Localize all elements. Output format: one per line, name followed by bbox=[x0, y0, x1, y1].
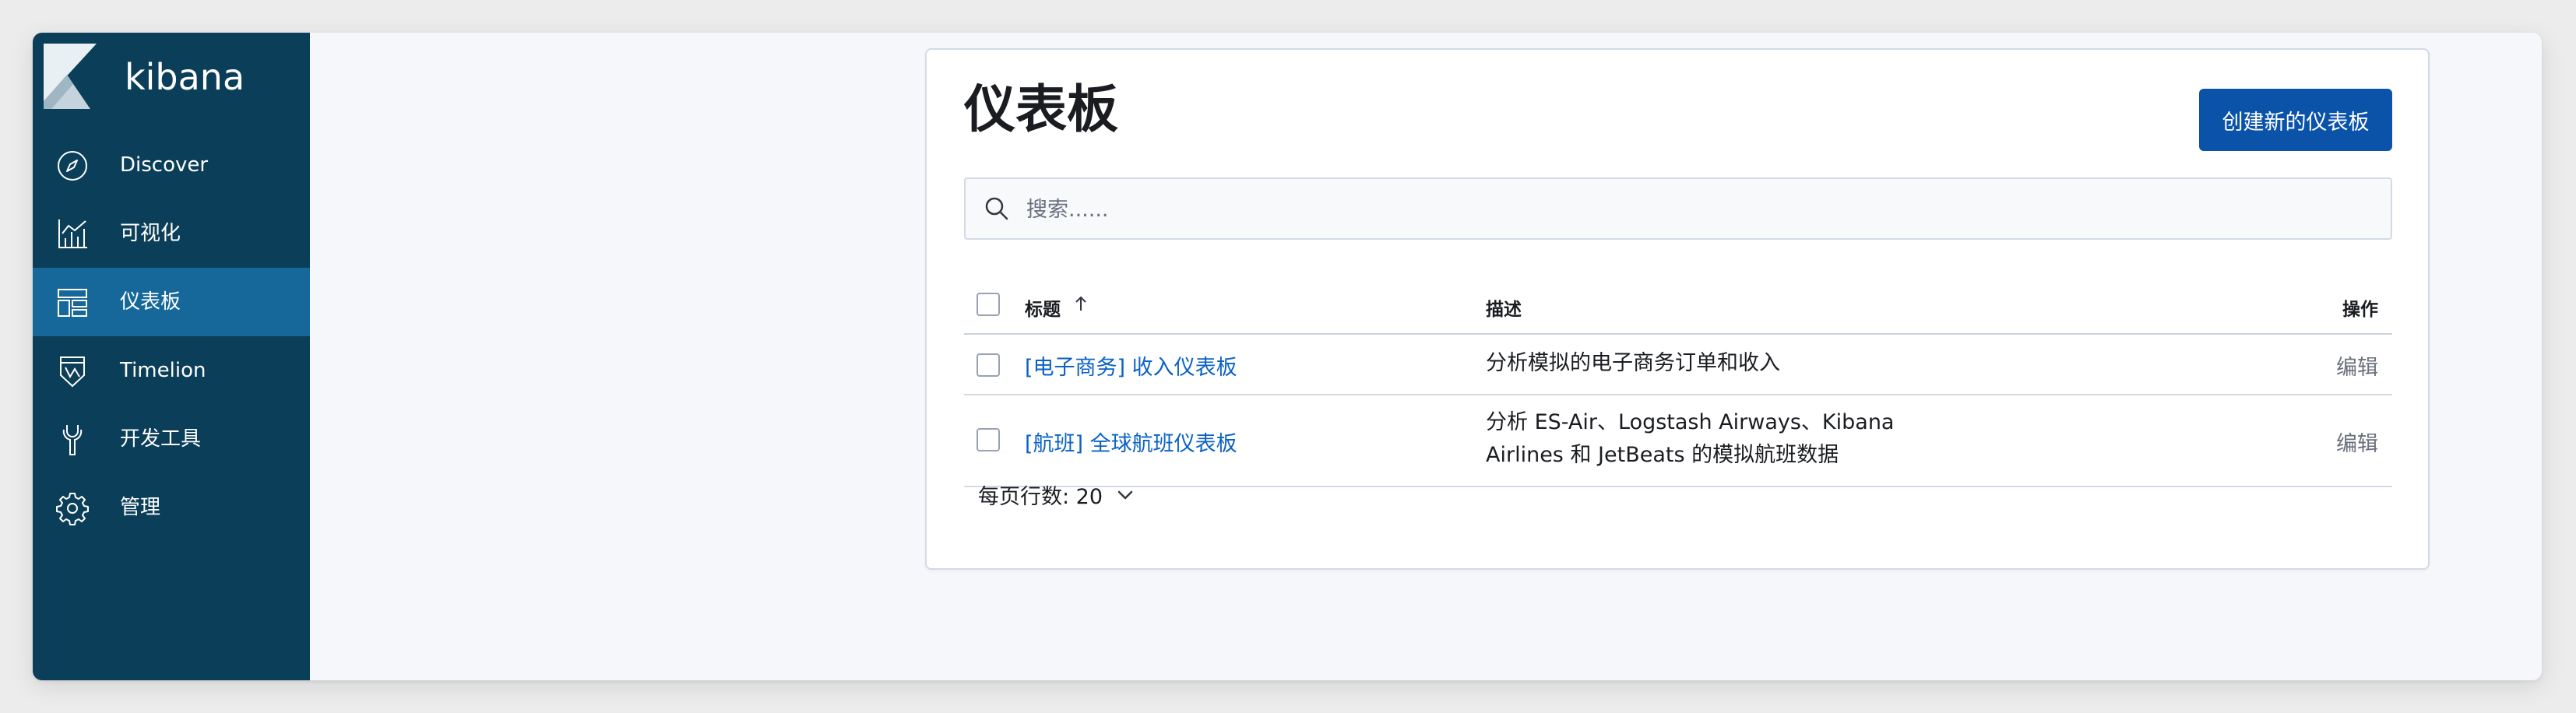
sidebar-item-dev-tools[interactable]: 开发工具 bbox=[33, 405, 310, 473]
create-dashboard-button[interactable]: 创建新的仪表板 bbox=[2199, 89, 2392, 151]
kibana-logo-icon bbox=[44, 44, 97, 109]
sidebar-item-label: 可视化 bbox=[120, 222, 181, 245]
table-header: 标题 描述 操作 bbox=[964, 276, 2392, 335]
page-title: 仪表板 bbox=[964, 79, 1118, 139]
edit-link[interactable]: 编辑 bbox=[2336, 350, 2378, 381]
sidebar-item-label: 管理 bbox=[120, 496, 161, 519]
dashboard-icon bbox=[55, 285, 90, 321]
sidebar-item-label: Timelion bbox=[120, 359, 206, 382]
sidebar-item-dashboard[interactable]: 仪表板 bbox=[33, 268, 310, 336]
sidebar-item-visualize[interactable]: 可视化 bbox=[33, 199, 310, 268]
chart-icon bbox=[55, 216, 90, 252]
kibana-logo[interactable]: kibana bbox=[44, 44, 277, 118]
column-header-description: 描述 bbox=[1486, 300, 1522, 320]
row-checkbox[interactable] bbox=[977, 428, 1000, 451]
dashboard-description: 分析 ES-Air、Logstash Airways、Kibana Airlin… bbox=[1486, 410, 1895, 467]
edit-link[interactable]: 编辑 bbox=[2336, 427, 2378, 457]
app-window: kibana Discover 可视化 仪表板 Timelion 开发工具 管理… bbox=[33, 33, 2542, 680]
rows-per-page-label: 每页行数: 20 bbox=[978, 485, 1103, 509]
gear-icon bbox=[55, 490, 90, 526]
search-box[interactable] bbox=[964, 177, 2392, 240]
dashboard-title-link[interactable]: [航班] 全球航班仪表板 bbox=[1025, 427, 1237, 457]
chevron-down-icon bbox=[1117, 490, 1133, 499]
rows-per-page-selector[interactable]: 每页行数: 20 bbox=[978, 479, 1137, 510]
search-input[interactable] bbox=[1025, 190, 2352, 229]
sidebar-item-label: 仪表板 bbox=[120, 290, 181, 314]
sidebar-item-label: Discover bbox=[120, 153, 209, 177]
column-header-title[interactable]: 标题 bbox=[1025, 294, 1061, 321]
timelion-shield-icon bbox=[55, 353, 90, 389]
sidebar-item-timelion[interactable]: Timelion bbox=[33, 336, 310, 405]
dashboard-title-link[interactable]: [电子商务] 收入仪表板 bbox=[1025, 350, 1237, 381]
kibana-logo-text: kibana bbox=[125, 56, 245, 98]
dashboards-panel: 仪表板 创建新的仪表板 标题 描述 操作 [电子商务] bbox=[925, 48, 2430, 570]
wrench-icon bbox=[55, 422, 90, 458]
sidebar-item-management[interactable]: 管理 bbox=[33, 473, 310, 542]
select-all-checkbox[interactable] bbox=[977, 293, 1000, 316]
search-icon bbox=[985, 197, 1008, 220]
sidebar: kibana Discover 可视化 仪表板 Timelion 开发工具 管理 bbox=[33, 33, 310, 680]
column-header-actions: 操作 bbox=[2342, 300, 2378, 320]
dashboard-description: 分析模拟的电子商务订单和收入 bbox=[1486, 351, 1780, 375]
row-checkbox[interactable] bbox=[977, 353, 1000, 377]
sidebar-item-discover[interactable]: Discover bbox=[33, 131, 310, 199]
sort-ascending-icon[interactable] bbox=[1072, 294, 1090, 313]
table-row: [航班] 全球航班仪表板 分析 ES-Air、Logstash Airways、… bbox=[964, 395, 2392, 487]
compass-icon bbox=[55, 148, 90, 184]
table-row: [电子商务] 收入仪表板 分析模拟的电子商务订单和收入 编辑 bbox=[964, 335, 2392, 395]
sidebar-item-label: 开发工具 bbox=[120, 427, 202, 451]
